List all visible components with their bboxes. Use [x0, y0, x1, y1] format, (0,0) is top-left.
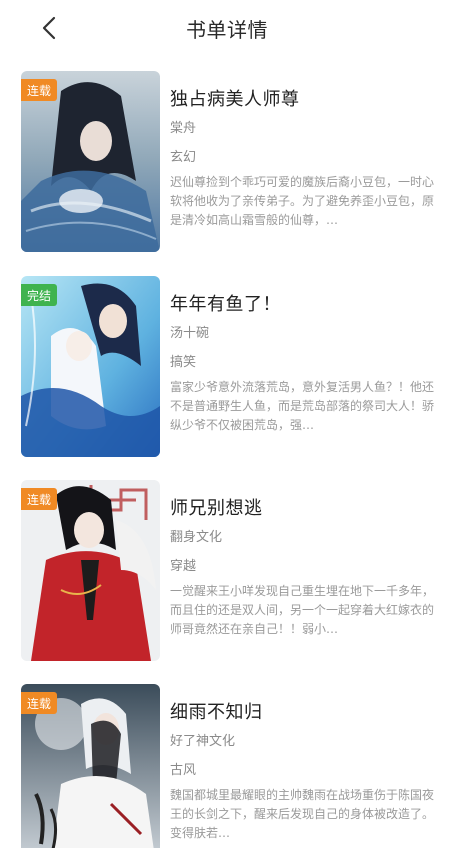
- status-badge: 连载: [21, 692, 58, 714]
- book-title[interactable]: 细雨不知归: [170, 698, 263, 724]
- book-author: 翻身文化: [170, 530, 223, 545]
- book-cover[interactable]: 连载: [21, 684, 160, 848]
- book-author: 好了神文化: [170, 734, 236, 749]
- status-badge: 连载: [21, 488, 58, 510]
- book-title[interactable]: 独占病美人师尊: [170, 85, 300, 111]
- book-title[interactable]: 师兄别想逃: [170, 494, 263, 520]
- book-title[interactable]: 年年有鱼了！: [170, 290, 281, 316]
- header: 书单详情: [0, 0, 454, 56]
- status-badge: 完结: [21, 284, 58, 306]
- book-item[interactable]: 连载 师兄别想逃 翻身文化 穿越 一觉醒来王小咩发现自己重生埋在地下一千多年，而…: [0, 480, 454, 670]
- book-description: 一觉醒来王小咩发现自己重生埋在地下一千多年，而且住的还是双人间，另一个一起穿着大…: [170, 584, 434, 636]
- book-author: 汤十碗: [170, 326, 210, 341]
- book-genre: 穿越: [170, 559, 197, 574]
- book-description: 迟仙尊捡到个乖巧可爱的魔族后裔小豆包，一时心软将他收为了亲传弟子。为了避免养歪小…: [170, 175, 434, 227]
- book-item[interactable]: 连载 细雨不知归 好了神文化 古风 魏国都城里最耀眼的主帅魏雨在战场重伤于陈国夜…: [0, 684, 454, 848]
- book-genre: 古风: [170, 763, 197, 778]
- book-list-detail-page: 书单详情 连载 独占病美人师尊 棠舟 玄幻 迟仙尊捡到个乖巧可爱的魔族后裔小豆包…: [0, 0, 454, 848]
- page-title: 书单详情: [186, 18, 268, 42]
- book-author: 棠舟: [170, 121, 197, 136]
- book-item[interactable]: 连载 独占病美人师尊 棠舟 玄幻 迟仙尊捡到个乖巧可爱的魔族后裔小豆包，一时心软…: [0, 71, 454, 261]
- book-cover[interactable]: 连载: [21, 480, 160, 661]
- book-description: 魏国都城里最耀眼的主帅魏雨在战场重伤于陈国夜王的长剑之下，醒来后发现自己的身体被…: [170, 788, 434, 840]
- book-cover[interactable]: 连载: [21, 71, 160, 252]
- book-item[interactable]: 完结 年年有鱼了！ 汤十碗 搞笑 富家少爷意外流落荒岛，意外复活男人鱼？！他还不…: [0, 276, 454, 466]
- book-genre: 搞笑: [170, 355, 197, 370]
- book-description: 富家少爷意外流落荒岛，意外复活男人鱼？！他还不是普通野生人鱼，而是荒岛部落的祭司…: [170, 380, 434, 432]
- book-genre: 玄幻: [170, 150, 197, 165]
- book-cover[interactable]: 完结: [21, 276, 160, 457]
- status-badge: 连载: [21, 79, 58, 101]
